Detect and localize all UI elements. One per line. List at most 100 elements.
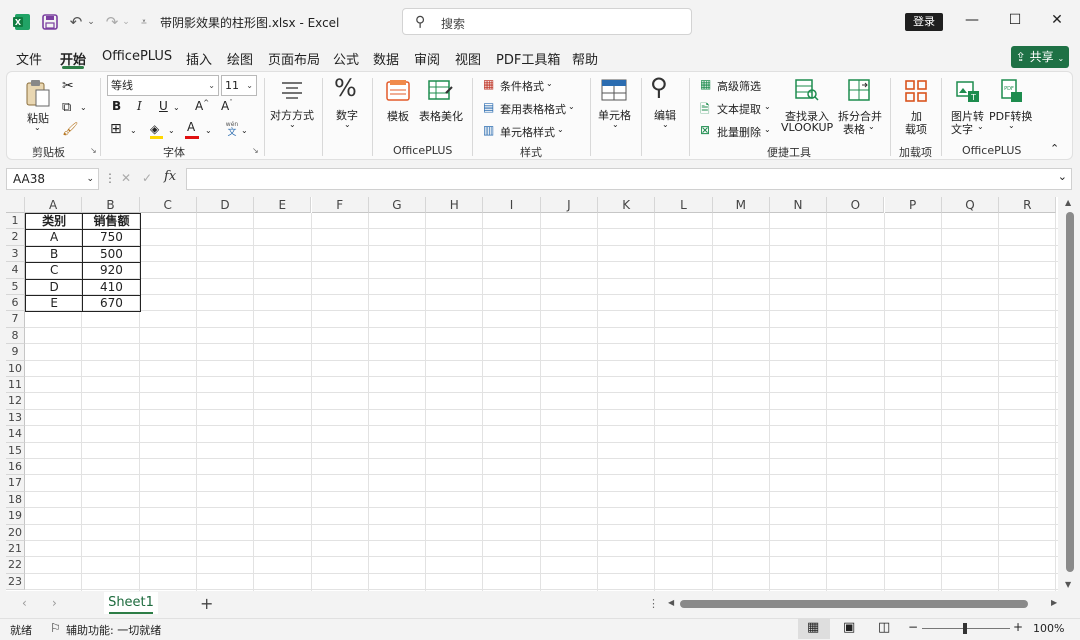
copy-dropdown-icon[interactable]: ⌄ (80, 103, 87, 112)
minimize-button[interactable]: — (960, 12, 984, 32)
table-header-cell[interactable]: 销售额 (82, 213, 141, 231)
select-all-corner[interactable] (6, 197, 25, 213)
insert-function-button[interactable]: fx (164, 169, 176, 184)
table-cell[interactable]: 670 (82, 295, 141, 313)
tab-split-handle-icon[interactable]: ⋮ (648, 597, 659, 610)
row-header[interactable]: 3 (6, 245, 25, 263)
bold-button[interactable]: B (112, 99, 121, 113)
column-header[interactable]: G (368, 197, 427, 213)
column-header[interactable]: N (769, 197, 828, 213)
format-as-table-button[interactable]: 套用表格格式 (500, 101, 566, 117)
split-merge-icon[interactable] (847, 78, 873, 102)
table-beautify-icon[interactable] (428, 78, 454, 102)
customize-toolbar-icon[interactable]: ⩡ (138, 12, 150, 32)
row-header[interactable]: 22 (6, 557, 25, 574)
fill-color-dropdown-icon[interactable]: ⌄ (168, 126, 175, 135)
column-header[interactable]: I (483, 197, 541, 213)
chevron-down-icon[interactable]: ⌄ (764, 102, 771, 111)
tab-help[interactable]: 帮助 (572, 49, 598, 68)
maximize-button[interactable]: ☐ (1003, 12, 1027, 32)
tab-page-layout[interactable]: 页面布局 (268, 49, 320, 68)
underline-dropdown-icon[interactable]: ⌄ (173, 103, 180, 112)
accessibility-status[interactable]: 辅助功能: 一切就绪 (66, 622, 161, 638)
font-name-select[interactable]: 等线 ⌄ (107, 75, 219, 96)
table-beautify-label[interactable]: 表格美化 (419, 108, 463, 124)
scroll-up-icon[interactable]: ▲ (1065, 198, 1071, 207)
format-as-table-icon[interactable]: ▤ (483, 100, 494, 114)
addins-icon[interactable] (903, 78, 929, 104)
row-header[interactable]: 14 (6, 426, 25, 443)
cell-styles-button[interactable]: 单元格样式 (500, 124, 555, 140)
tab-formulas[interactable]: 公式 (333, 49, 359, 68)
search-icon[interactable]: ⚲ (650, 73, 668, 101)
redo-dropdown-icon[interactable]: ⌄ (121, 12, 131, 32)
text-extract-button[interactable]: 文本提取 (717, 101, 761, 117)
underline-button[interactable]: U (159, 99, 168, 113)
expand-formula-icon[interactable]: ⌄ (1058, 170, 1067, 183)
close-button[interactable]: ✕ (1045, 12, 1069, 32)
add-sheet-button[interactable]: + (200, 594, 213, 613)
chevron-down-icon[interactable]: ⌄ (289, 120, 296, 129)
cells-icon[interactable] (601, 78, 627, 102)
sheet-tab[interactable]: Sheet1 (104, 592, 158, 614)
column-header[interactable]: D (196, 197, 255, 213)
page-layout-view-icon[interactable]: ▣ (843, 620, 855, 635)
row-header[interactable]: 6 (6, 295, 25, 312)
lookup-label-line2[interactable]: VLOOKUP (781, 121, 833, 134)
split-merge-label-line2[interactable]: 表格 (843, 121, 865, 137)
row-header[interactable]: 8 (6, 327, 25, 345)
column-header[interactable]: A (25, 197, 83, 213)
column-header[interactable]: F (311, 197, 369, 213)
template-label[interactable]: 模板 (387, 108, 409, 124)
column-header[interactable]: E (254, 197, 312, 213)
conditional-format-icon[interactable]: ▦ (483, 77, 494, 91)
grow-font-button[interactable]: A^ (195, 99, 209, 113)
alignment-icon[interactable] (280, 78, 304, 102)
horizontal-scroll-thumb[interactable] (680, 600, 1028, 608)
column-header[interactable]: C (139, 197, 197, 213)
tab-view[interactable]: 视图 (455, 49, 481, 68)
border-dropdown-icon[interactable]: ⌄ (130, 126, 137, 135)
chevron-down-icon[interactable]: ⌄ (546, 79, 553, 88)
row-header[interactable]: 10 (6, 360, 25, 377)
batch-delete-button[interactable]: 批量删除 (717, 124, 761, 140)
row-header[interactable]: 15 (6, 442, 25, 459)
page-break-view-icon[interactable]: ◫ (878, 620, 890, 635)
table-cell[interactable]: 410 (82, 278, 141, 296)
undo-icon[interactable]: ↶ (66, 12, 86, 32)
column-header[interactable]: O (827, 197, 885, 213)
tab-pdf-toolbox[interactable]: PDF工具箱 (496, 49, 560, 68)
zoom-out-icon[interactable]: − (908, 620, 918, 634)
font-launcher-icon[interactable]: ↘ (252, 146, 259, 155)
row-header[interactable]: 1 (6, 213, 25, 230)
table-cell[interactable]: E (25, 295, 84, 313)
copy-icon[interactable]: ⧉ (62, 100, 71, 115)
save-icon[interactable] (40, 12, 60, 32)
chevron-down-icon[interactable]: ⌄ (662, 120, 669, 129)
undo-dropdown-icon[interactable]: ⌄ (86, 12, 96, 32)
chevron-down-icon[interactable]: ⌄ (568, 102, 575, 111)
row-header[interactable]: 11 (6, 377, 25, 394)
tab-file[interactable]: 文件 (16, 49, 42, 68)
row-header[interactable]: 2 (6, 229, 25, 246)
table-cell[interactable]: 750 (82, 229, 141, 247)
scroll-right-icon[interactable]: ▶ (1051, 598, 1057, 607)
formula-input[interactable]: ⌄ (186, 168, 1072, 190)
cut-icon[interactable]: ✂ (62, 78, 74, 94)
row-header[interactable]: 13 (6, 409, 25, 427)
row-header[interactable]: 20 (6, 524, 25, 541)
row-header[interactable]: 23 (6, 573, 25, 591)
tab-officeplus[interactable]: OfficePLUS (102, 49, 172, 64)
phonetic-guide-button[interactable]: wén 文 (224, 122, 240, 139)
row-header[interactable]: 17 (6, 475, 25, 492)
font-size-select[interactable]: 11 ⌄ (221, 75, 257, 96)
chevron-down-icon[interactable]: ⌄ (612, 120, 619, 129)
row-header[interactable]: 18 (6, 491, 25, 509)
image-to-text-label-line2[interactable]: 文字 (951, 121, 973, 137)
pdf-convert-icon[interactable]: PDF (998, 78, 1024, 104)
paste-dropdown-icon[interactable]: ⌄ (34, 123, 41, 132)
column-header[interactable]: P (884, 197, 942, 213)
font-color-dropdown-icon[interactable]: ⌄ (205, 126, 212, 135)
search-input[interactable]: ⚲ 搜索 (402, 8, 692, 35)
more-options-icon[interactable]: ⋮ (104, 171, 116, 185)
